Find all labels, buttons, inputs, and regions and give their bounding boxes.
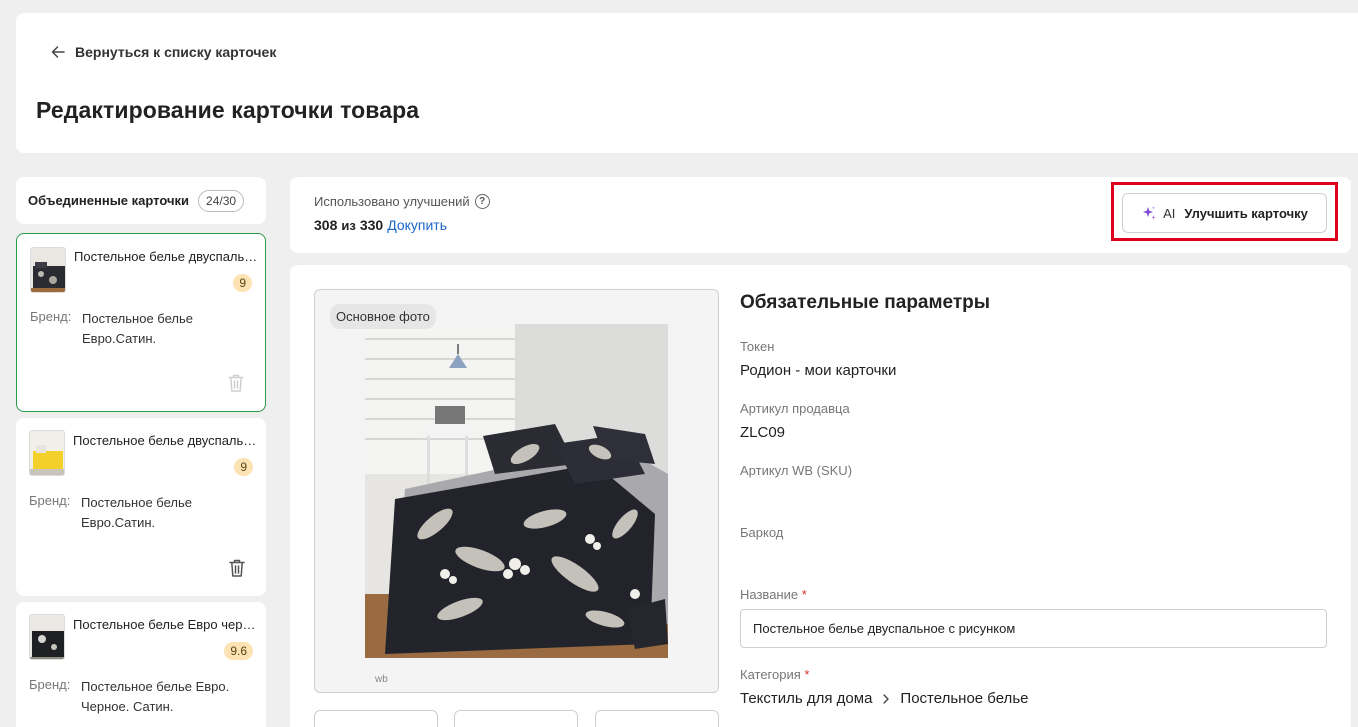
category-field-label: Категория * bbox=[740, 667, 809, 682]
improvements-used-label-row: Использовано улучшений ? bbox=[314, 194, 490, 209]
seller-sku-value: ZLC09 bbox=[740, 424, 786, 441]
barcode-label: Баркод bbox=[740, 525, 784, 540]
trash-icon[interactable] bbox=[227, 373, 245, 393]
merged-cards-header: Объединенные карточки 24/30 bbox=[16, 177, 266, 224]
photo-thumbnail[interactable] bbox=[595, 710, 719, 727]
card-brand-value: Постельное белье Евро. Черное. Сатин. bbox=[81, 679, 230, 714]
required-asterisk: * bbox=[801, 587, 807, 602]
token-label: Токен bbox=[740, 339, 775, 354]
improvements-count: 308 из 330 Докупить bbox=[314, 217, 447, 233]
category-level-2: Постельное белье bbox=[900, 690, 1029, 707]
category-breadcrumb[interactable]: Текстиль для дома Постельное белье bbox=[740, 690, 1028, 707]
product-name-input[interactable] bbox=[740, 609, 1327, 648]
buy-more-link[interactable]: Докупить bbox=[387, 217, 447, 233]
main-photo-frame[interactable] bbox=[314, 289, 719, 693]
card-thumbnail bbox=[29, 430, 65, 476]
wb-sku-label: Артикул WB (SKU) bbox=[740, 463, 853, 478]
required-asterisk: * bbox=[804, 667, 810, 682]
merged-card-item[interactable]: Постельное белье двуспальное желтое 9 Бр… bbox=[16, 418, 266, 596]
name-field-label: Название * bbox=[740, 587, 807, 602]
merged-cards-title: Объединенные карточки bbox=[28, 193, 190, 208]
card-name: Постельное белье двуспальное с рисунком bbox=[74, 249, 258, 264]
merged-cards-count-badge: 24/30 bbox=[198, 189, 245, 212]
merged-card-item[interactable]: Постельное белье Евро черное 9.6 Бренд: … bbox=[16, 602, 266, 727]
improvements-used-value: 308 bbox=[314, 217, 338, 233]
improvements-used-label: Использовано улучшений bbox=[314, 194, 470, 209]
page-title: Редактирование карточки товара bbox=[36, 97, 420, 123]
card-brand-label: Бренд: bbox=[29, 677, 71, 692]
token-value: Родион - мои карточки bbox=[740, 362, 897, 379]
category-label-text: Категория bbox=[740, 667, 801, 682]
required-params-title: Обязательные параметры bbox=[740, 292, 991, 313]
card-brand-label: Бренд: bbox=[29, 493, 71, 508]
improvements-separator: из bbox=[341, 218, 356, 233]
card-thumbnail bbox=[29, 614, 65, 660]
card-brand-value: Постельное белье Евро.Сатин. bbox=[82, 311, 193, 346]
header-panel bbox=[16, 13, 1358, 153]
photo-thumbnail[interactable] bbox=[454, 710, 578, 727]
merged-card-item[interactable]: Постельное белье двуспальное с рисунком … bbox=[16, 233, 266, 412]
category-level-1: Текстиль для дома bbox=[740, 690, 873, 707]
card-score-badge: 9 bbox=[234, 458, 253, 476]
arrow-left-icon bbox=[51, 46, 65, 58]
ai-improve-card-button[interactable]: AI Улучшить карточку bbox=[1122, 193, 1327, 233]
sparkle-icon bbox=[1143, 206, 1156, 220]
card-brand-value: Постельное белье Евро.Сатин. bbox=[81, 495, 192, 530]
help-icon[interactable]: ? bbox=[474, 194, 490, 209]
card-thumbnail bbox=[30, 247, 66, 293]
ai-prefix-label: AI bbox=[1163, 205, 1176, 221]
chevron-right-icon bbox=[883, 693, 890, 704]
back-to-list-link[interactable]: Вернуться к списку карточек bbox=[50, 44, 276, 60]
card-name: Постельное белье Евро черное bbox=[73, 617, 257, 632]
card-score-badge: 9.6 bbox=[224, 642, 253, 660]
improvements-total-value: 330 bbox=[359, 217, 384, 233]
card-name: Постельное белье двуспальное желтое bbox=[73, 433, 257, 448]
ai-button-label: Улучшить карточку bbox=[1184, 205, 1308, 221]
trash-icon[interactable] bbox=[228, 558, 246, 578]
photo-watermark: wb bbox=[375, 674, 388, 685]
main-photo bbox=[365, 324, 668, 658]
main-photo-badge: Основное фото bbox=[330, 304, 436, 329]
seller-sku-label: Артикул продавца bbox=[740, 401, 850, 416]
card-brand-label: Бренд: bbox=[30, 309, 72, 324]
photo-thumbnail[interactable] bbox=[314, 710, 438, 727]
card-score-badge: 9 bbox=[233, 274, 252, 292]
back-link-label: Вернуться к списку карточек bbox=[75, 44, 277, 60]
name-label-text: Название bbox=[740, 587, 799, 602]
